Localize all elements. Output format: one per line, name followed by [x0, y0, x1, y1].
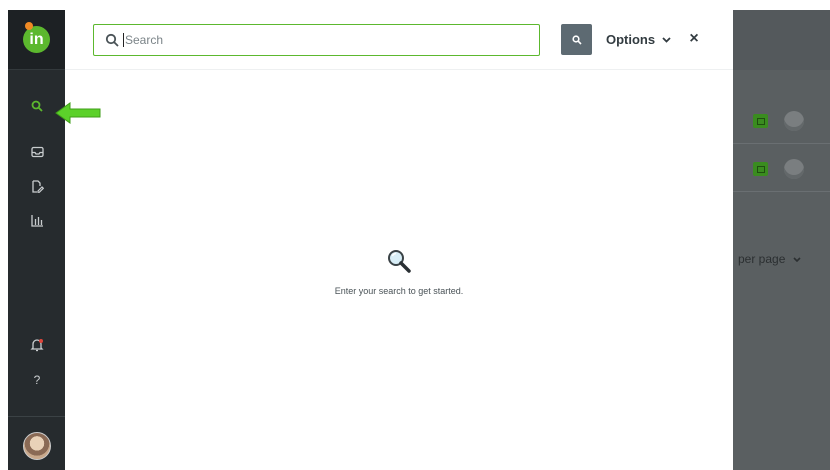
- chevron-down-icon: [793, 256, 801, 262]
- inbox-icon: [30, 146, 44, 158]
- table-row: [733, 98, 830, 144]
- per-page-label: per page: [738, 252, 786, 266]
- sidebar-item-search[interactable]: [28, 97, 46, 115]
- search-header: Options ×: [65, 10, 733, 70]
- background-header: [733, 10, 830, 70]
- per-page-selector: per page: [738, 252, 801, 266]
- app-window: in ? Search Options × Enter your search …: [8, 10, 830, 470]
- logo-area: in: [8, 10, 65, 70]
- empty-state-message: Enter your search to get started.: [334, 286, 464, 296]
- background-page: per page: [733, 10, 830, 470]
- close-button[interactable]: ×: [687, 31, 701, 47]
- search-icon: [31, 100, 43, 112]
- folder-icon: [753, 162, 768, 176]
- search-input[interactable]: [124, 26, 524, 54]
- avatar: [784, 111, 804, 131]
- annotation-arrow-icon: [55, 102, 101, 124]
- bell-icon: [30, 339, 44, 352]
- sidebar-item-files[interactable]: [28, 177, 46, 195]
- sidebar-item-reports[interactable]: [28, 211, 46, 229]
- search-icon: [571, 34, 582, 45]
- search-icon: [105, 33, 119, 47]
- folder-icon: [753, 114, 768, 128]
- search-button[interactable]: [561, 24, 592, 55]
- logo-dot: [25, 22, 33, 30]
- chevron-down-icon: [662, 36, 671, 43]
- options-dropdown[interactable]: Options: [606, 32, 671, 47]
- sidebar-item-inbox[interactable]: [28, 143, 46, 161]
- sidebar-item-help[interactable]: ?: [28, 371, 46, 389]
- search-field[interactable]: [93, 24, 540, 56]
- table-row: [733, 146, 830, 192]
- magnifier-icon: [388, 250, 411, 273]
- app-logo[interactable]: in: [23, 26, 50, 53]
- avatar[interactable]: [23, 432, 51, 460]
- bar-chart-icon: [30, 214, 43, 227]
- options-label: Options: [606, 32, 656, 47]
- sidebar-item-notifications[interactable]: [28, 336, 46, 354]
- sidebar: in ?: [8, 10, 65, 470]
- file-edit-icon: [31, 179, 44, 193]
- logo-text: in: [29, 30, 44, 48]
- search-panel: Options × Enter your search to get start…: [65, 10, 733, 470]
- avatar: [784, 159, 804, 179]
- close-icon: ×: [689, 30, 699, 47]
- question-icon: ?: [33, 373, 41, 387]
- sidebar-divider: [8, 416, 65, 417]
